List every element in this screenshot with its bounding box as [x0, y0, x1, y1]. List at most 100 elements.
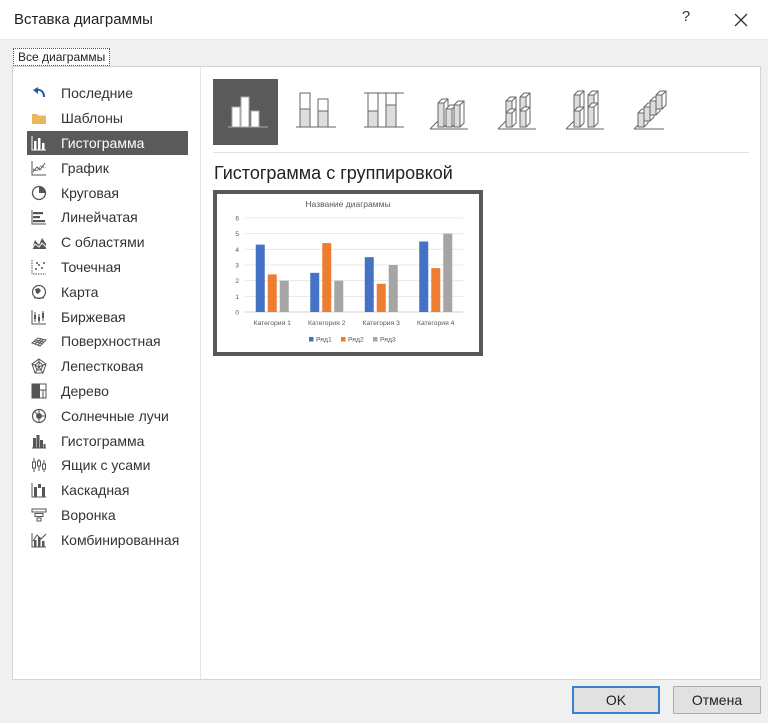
3d-clustered-column-icon: [424, 85, 476, 140]
y-tick-label: 6: [235, 216, 239, 223]
y-tick-label: 2: [235, 278, 239, 285]
legend-swatch: [309, 337, 314, 342]
sidebar-item-waterfall-chart[interactable]: Каскадная: [27, 478, 188, 503]
sidebar-item-label: Последние: [61, 85, 134, 102]
funnel-chart-icon: [31, 507, 47, 523]
sidebar-item-column-chart[interactable]: Гистограмма: [27, 130, 188, 156]
sidebar-item-label: С областями: [61, 234, 145, 251]
y-tick-label: 3: [235, 263, 239, 270]
sidebar-item-label: График: [61, 159, 109, 176]
chart-preview[interactable]: Название диаграммы 0 1 2 3 4 5 6 Категория 1 Кате…: [213, 190, 483, 356]
sidebar-item-label: Круговая: [61, 184, 120, 201]
subtype-clustered-column[interactable]: [213, 79, 278, 145]
y-tick-label: 1: [235, 294, 239, 301]
combo-chart-icon: [31, 532, 47, 548]
box-whisker-chart-icon: [31, 457, 47, 473]
chart-title: Название диаграммы: [305, 199, 390, 209]
subtype-stacked-column[interactable]: [281, 79, 346, 145]
sidebar-item-label: Солнечные лучи: [61, 407, 169, 424]
bar-Ряд2-3: [431, 268, 441, 312]
divider: [213, 152, 749, 153]
sidebar-item-box-whisker-chart[interactable]: Ящик с усами: [27, 453, 188, 478]
bar-Ряд2-1: [322, 243, 332, 312]
sunburst-chart-icon: [31, 408, 47, 424]
sidebar-item-scatter-chart[interactable]: Точечная: [27, 255, 188, 280]
help-button[interactable]: ?: [676, 8, 696, 32]
bar-chart-icon: [31, 209, 47, 225]
sidebar-item-label: Ящик с усами: [61, 457, 151, 474]
sidebar-item-area-chart[interactable]: С областями: [27, 230, 188, 255]
sidebar-item-combo-chart[interactable]: Комбинированная: [27, 527, 188, 552]
sidebar-item-recent-arrow[interactable]: Последние: [27, 81, 188, 106]
subtype-3d-100-stacked-column[interactable]: [553, 79, 618, 145]
bar-Ряд3-3: [443, 233, 453, 312]
sidebar-item-treemap-chart[interactable]: Дерево: [27, 379, 188, 404]
sidebar-item-label: Воронка: [61, 506, 116, 523]
y-tick-label: 4: [235, 247, 239, 254]
preview-chart: Название диаграммы 0 1 2 3 4 5 6 Категория 1 Кате…: [235, 199, 463, 344]
cancel-button[interactable]: Отмена: [673, 686, 761, 714]
surface-chart-icon: [31, 333, 47, 349]
bar-Ряд1-1: [310, 272, 320, 312]
legend-label: Ряд1: [316, 337, 332, 344]
x-tick-label: Категория 3: [363, 320, 401, 327]
sidebar-item-label: Комбинированная: [61, 531, 180, 548]
sidebar-item-map-chart[interactable]: Карта: [27, 279, 188, 304]
histogram-chart-icon: [31, 433, 47, 449]
stacked-column-icon: [288, 85, 340, 140]
sidebar-item-label: Дерево: [61, 382, 109, 399]
waterfall-chart-icon: [31, 482, 47, 498]
sidebar-item-histogram-chart[interactable]: Гистограмма: [27, 428, 188, 453]
sidebar-item-folder[interactable]: Шаблоны: [27, 106, 188, 131]
3d-100-stacked-column-icon: [560, 85, 612, 140]
subtype-title: Гистограмма с группировкой: [214, 163, 453, 183]
subtype-3d-column[interactable]: [621, 79, 686, 145]
clustered-column-icon: [220, 85, 272, 140]
bar-Ряд1-2: [364, 257, 374, 312]
folder-icon: [31, 110, 47, 126]
sidebar-item-label: Гистограмма: [61, 134, 145, 151]
legend-swatch: [373, 337, 378, 342]
scatter-chart-icon: [31, 259, 47, 275]
sidebar-item-label: Шаблоны: [61, 110, 123, 127]
subtype-3d-stacked-column[interactable]: [485, 79, 550, 145]
subtype-gallery: [213, 79, 689, 147]
bar-Ряд3-2: [388, 265, 398, 312]
recent-arrow-icon: [31, 85, 47, 101]
x-tick-label: Категория 4: [417, 320, 455, 327]
sidebar-item-bar-chart[interactable]: Линейчатая: [27, 205, 188, 230]
bar-Ряд3-1: [334, 280, 344, 312]
3d-stacked-column-icon: [492, 85, 544, 140]
sidebar-item-funnel-chart[interactable]: Воронка: [27, 503, 188, 528]
y-tick-label: 5: [235, 231, 239, 238]
legend-swatch: [341, 337, 346, 342]
sidebar-item-stock-chart[interactable]: Биржевая: [27, 304, 188, 329]
ok-button[interactable]: OK: [572, 686, 660, 714]
sidebar-item-line-chart[interactable]: График: [27, 155, 188, 180]
chart-type-sidebar: Последние Шаблоны Гистограмма График Кругова…: [13, 67, 201, 679]
sidebar-item-label: Поверхностная: [61, 333, 161, 350]
legend-label: Ряд2: [348, 337, 364, 344]
subtype-3d-clustered-column[interactable]: [417, 79, 482, 145]
bar-Ряд1-3: [419, 241, 429, 312]
x-tick-label: Категория 1: [254, 320, 292, 327]
radar-chart-icon: [31, 358, 47, 374]
subtype-100-stacked-column[interactable]: [349, 79, 414, 145]
sidebar-item-surface-chart[interactable]: Поверхностная: [27, 329, 188, 354]
100-stacked-column-icon: [356, 85, 408, 140]
bar-Ряд1-0: [255, 244, 265, 312]
sidebar-item-label: Гистограмма: [61, 432, 145, 449]
sidebar-item-pie-chart[interactable]: Круговая: [27, 180, 188, 205]
sidebar-item-sunburst-chart[interactable]: Солнечные лучи: [27, 403, 188, 428]
sidebar-item-radar-chart[interactable]: Лепестковая: [27, 354, 188, 379]
title-bar: Вставка диаграммы ?: [0, 0, 768, 40]
map-chart-icon: [31, 284, 47, 300]
pie-chart-icon: [31, 185, 47, 201]
sidebar-item-label: Точечная: [61, 258, 121, 275]
sidebar-item-label: Каскадная: [61, 482, 130, 499]
tab-all-charts[interactable]: Все диаграммы: [13, 48, 111, 66]
close-button[interactable]: [730, 8, 752, 32]
area-chart-icon: [31, 234, 47, 250]
x-tick-label: Категория 2: [308, 320, 346, 327]
chart-type-list: Последние Шаблоны Гистограмма График Кругова…: [27, 81, 188, 552]
